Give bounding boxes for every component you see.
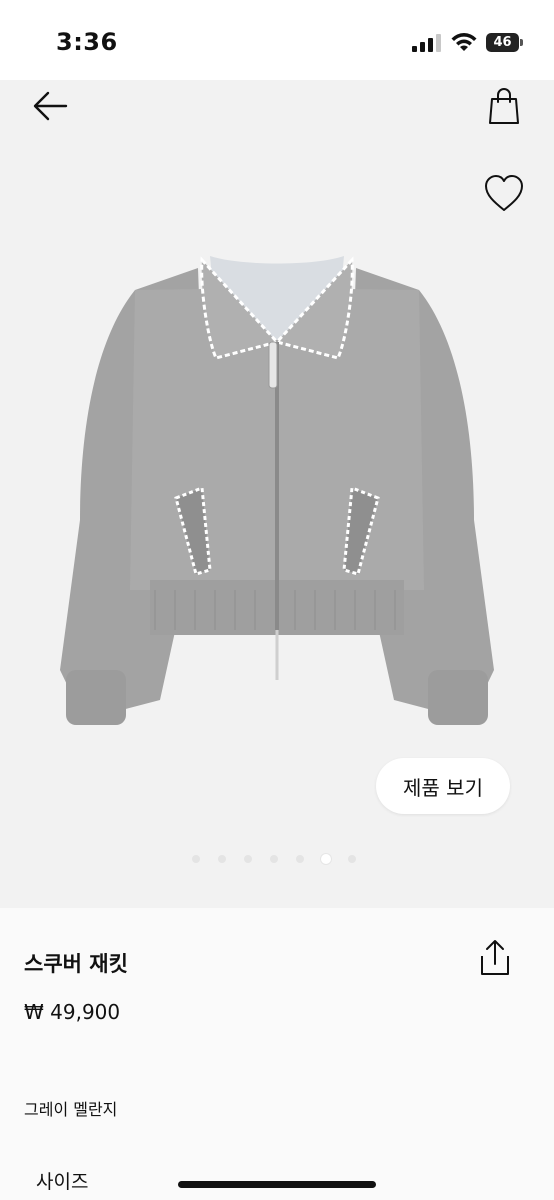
size-section-label: 사이즈 xyxy=(36,1171,89,1193)
product-image xyxy=(60,256,494,725)
pager-dot xyxy=(348,855,356,863)
pager-dot xyxy=(192,855,200,863)
status-time: 3:36 xyxy=(56,28,118,56)
view-product-button[interactable]: 제품 보기 xyxy=(376,758,510,814)
battery-indicator: 46 xyxy=(486,33,524,52)
product-name: 스쿠버 재킷 xyxy=(24,952,128,976)
shopping-bag-icon[interactable] xyxy=(484,86,524,126)
battery-level: 46 xyxy=(493,35,512,50)
pager-dot xyxy=(218,855,226,863)
product-price: ₩ 49,900 xyxy=(24,1000,121,1024)
pager-dot-active xyxy=(321,854,331,864)
gallery-pager xyxy=(186,852,376,866)
home-indicator[interactable] xyxy=(178,1181,376,1188)
wifi-icon xyxy=(451,33,477,51)
share-icon[interactable] xyxy=(476,938,514,978)
pager-dot xyxy=(296,855,304,863)
status-bar: 3:36 46 xyxy=(0,0,554,80)
product-color: 그레이 멜란지 xyxy=(24,1100,118,1119)
pager-dot xyxy=(270,855,278,863)
arrow-left-icon[interactable] xyxy=(30,86,70,126)
heart-outline-icon[interactable] xyxy=(482,172,526,216)
cellular-signal-icon xyxy=(412,34,441,52)
pager-dot xyxy=(244,855,252,863)
